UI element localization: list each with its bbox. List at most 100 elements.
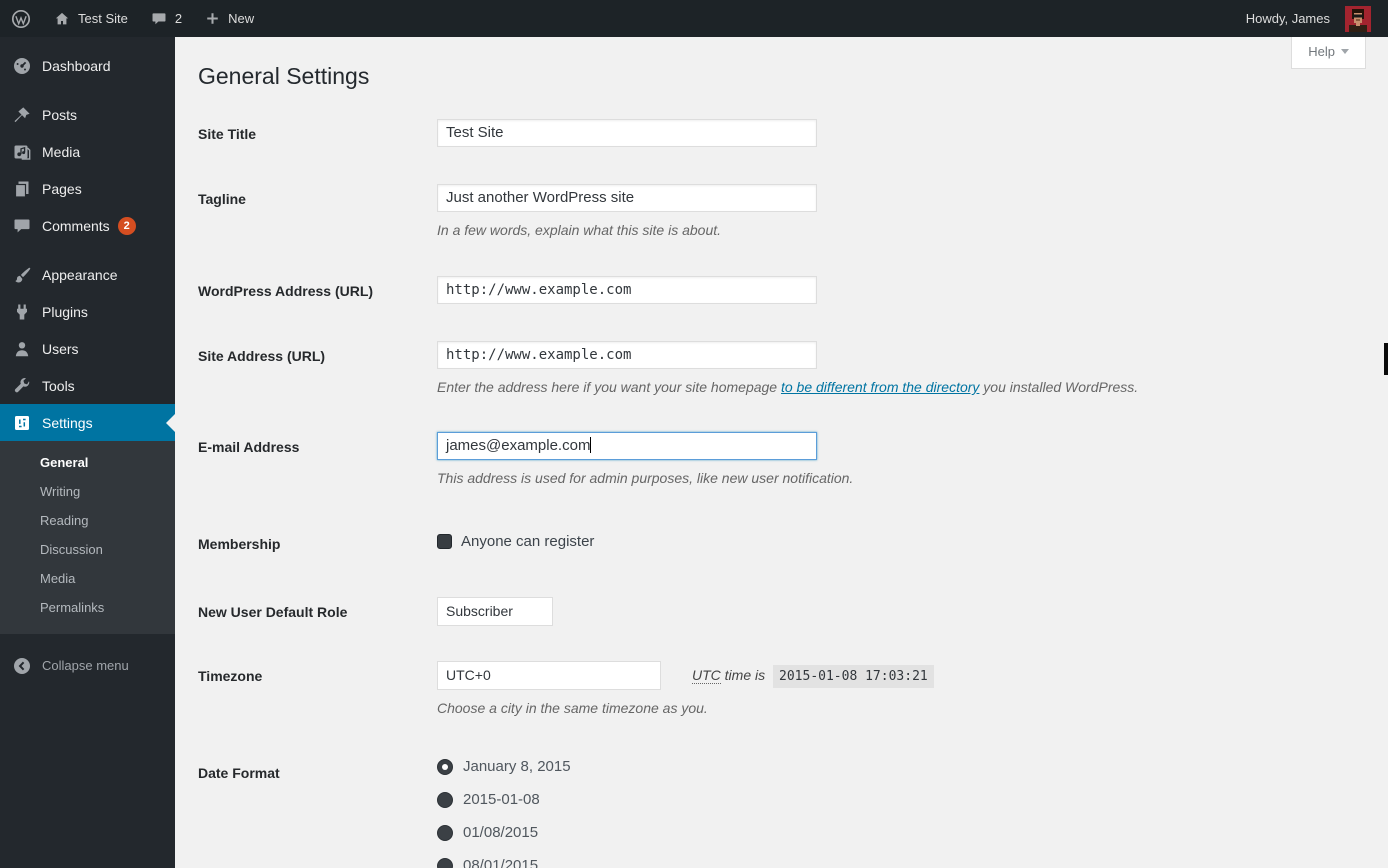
sidebar-item-label: Settings	[42, 415, 93, 431]
date-format-radio[interactable]	[437, 858, 453, 868]
admin-menu: Dashboard Posts Media Pages Comments	[0, 37, 175, 441]
submenu-item-general[interactable]: General	[0, 448, 175, 477]
user-icon	[12, 339, 32, 359]
sidebar-item-tools[interactable]: Tools	[0, 367, 175, 404]
sidebar-item-label: Comments	[42, 218, 110, 234]
menu-separator	[0, 84, 175, 96]
plugin-icon	[12, 302, 32, 322]
sidebar-item-media[interactable]: Media	[0, 133, 175, 170]
anyone-can-register-checkbox[interactable]	[437, 534, 452, 549]
default-role-label: New User Default Role	[198, 597, 437, 626]
sidebar-item-plugins[interactable]: Plugins	[0, 293, 175, 330]
date-format-option-label: 08/01/2015	[463, 857, 538, 868]
paintbrush-icon	[12, 265, 32, 285]
chevron-down-icon	[1341, 49, 1349, 54]
text-cursor	[590, 437, 591, 453]
tagline-input[interactable]: Just another WordPress site	[437, 184, 817, 212]
sidebar-item-label: Users	[42, 341, 79, 357]
email-help-text: This address is used for admin purposes,…	[437, 469, 1388, 487]
sidebar-item-label: Plugins	[42, 304, 88, 320]
different-directory-link[interactable]: to be different from the directory	[781, 379, 979, 395]
user-avatar	[1345, 6, 1371, 32]
date-format-option-label: 01/08/2015	[463, 824, 538, 841]
pushpin-icon	[12, 105, 32, 125]
sidebar-item-settings[interactable]: Settings	[0, 404, 175, 441]
tagline-label: Tagline	[198, 184, 437, 239]
wordpress-address-label: WordPress Address (URL)	[198, 276, 437, 304]
collapse-arrow-icon	[12, 656, 32, 676]
wordpress-menu-button[interactable]	[0, 0, 42, 37]
tagline-value: Just another WordPress site	[446, 189, 634, 206]
submenu-item-discussion[interactable]: Discussion	[0, 535, 175, 564]
timezone-value: UTC+0	[446, 667, 491, 683]
email-address-label: E-mail Address	[198, 432, 437, 487]
email-address-value: james@example.com	[446, 437, 590, 454]
default-role-select[interactable]: Subscriber	[437, 597, 553, 626]
collapse-menu-button[interactable]: Collapse menu	[0, 648, 175, 683]
help-text-prefix: Enter the address here if you want your …	[437, 379, 781, 395]
site-title-label: Site Title	[198, 119, 437, 147]
sidebar-item-label: Posts	[42, 107, 77, 123]
help-button[interactable]: Help	[1291, 37, 1366, 69]
membership-label: Membership	[198, 529, 437, 553]
help-text-suffix: you installed WordPress.	[979, 379, 1138, 395]
pages-icon	[12, 179, 32, 199]
sidebar-item-posts[interactable]: Posts	[0, 96, 175, 133]
sidebar-item-appearance[interactable]: Appearance	[0, 256, 175, 293]
sidebar-item-pages[interactable]: Pages	[0, 170, 175, 207]
sidebar-item-label: Media	[42, 144, 80, 160]
site-title-value: Test Site	[446, 124, 504, 141]
mouse-cursor-artifact	[1384, 343, 1388, 375]
date-format-radio[interactable]	[437, 759, 453, 775]
sidebar-item-dashboard[interactable]: Dashboard	[0, 47, 175, 84]
main-content: Help General Settings Site Title Test Si…	[175, 37, 1388, 868]
date-format-label: Date Format	[198, 758, 437, 868]
submenu-item-writing[interactable]: Writing	[0, 477, 175, 506]
timezone-label: Timezone	[198, 661, 437, 717]
submenu-item-media[interactable]: Media	[0, 564, 175, 593]
general-settings-form: Site Title Test Site Tagline Just anothe…	[198, 119, 1388, 868]
anyone-can-register-label: Anyone can register	[461, 533, 594, 550]
admin-bar: Test Site 2 New Howdy, James	[0, 0, 1388, 37]
wordpress-address-input[interactable]: http://www.example.com	[437, 276, 817, 304]
wrench-icon	[12, 376, 32, 396]
sidebar-item-comments[interactable]: Comments 2	[0, 207, 175, 244]
utc-abbr: UTC	[692, 667, 721, 684]
admin-bar-new-button[interactable]: New	[193, 0, 265, 37]
comments-count-badge: 2	[118, 217, 136, 235]
admin-bar-site-link[interactable]: Test Site	[42, 0, 139, 37]
default-role-value: Subscriber	[446, 603, 513, 619]
site-address-input[interactable]: http://www.example.com	[437, 341, 817, 369]
site-address-value: http://www.example.com	[446, 347, 631, 363]
email-address-input[interactable]: james@example.com	[437, 432, 817, 460]
date-format-option-label: January 8, 2015	[463, 758, 571, 775]
submenu-item-reading[interactable]: Reading	[0, 506, 175, 535]
tagline-help-text: In a few words, explain what this site i…	[437, 221, 1388, 239]
time-is-text: time is	[721, 667, 769, 683]
admin-bar-account-menu[interactable]: Howdy, James	[1235, 0, 1382, 37]
timezone-select[interactable]: UTC+0	[437, 661, 661, 690]
utc-time-text: UTC time is 2015-01-08 17:03:21	[692, 667, 934, 684]
date-format-radio[interactable]	[437, 825, 453, 841]
site-address-label: Site Address (URL)	[198, 341, 437, 396]
site-address-help-text: Enter the address here if you want your …	[437, 378, 1388, 396]
date-format-radio[interactable]	[437, 792, 453, 808]
site-title-input[interactable]: Test Site	[437, 119, 817, 147]
menu-separator	[0, 244, 175, 256]
sidebar-item-users[interactable]: Users	[0, 330, 175, 367]
page-title: General Settings	[175, 37, 1388, 92]
comment-bubble-icon	[12, 216, 32, 236]
admin-bar-comment-count: 2	[175, 11, 182, 26]
settings-submenu: General Writing Reading Discussion Media…	[0, 441, 175, 634]
media-icon	[12, 142, 32, 162]
collapse-menu-label: Collapse menu	[42, 658, 129, 673]
admin-sidebar: Dashboard Posts Media Pages Comments	[0, 37, 175, 868]
howdy-greeting: Howdy, James	[1246, 11, 1330, 26]
sidebar-item-label: Appearance	[42, 267, 118, 283]
submenu-item-permalinks[interactable]: Permalinks	[0, 593, 175, 622]
wordpress-address-value: http://www.example.com	[446, 282, 631, 298]
dashboard-icon	[12, 56, 32, 76]
home-icon	[53, 10, 71, 28]
admin-bar-comments-button[interactable]: 2	[139, 0, 193, 37]
wordpress-logo-icon	[11, 9, 31, 29]
